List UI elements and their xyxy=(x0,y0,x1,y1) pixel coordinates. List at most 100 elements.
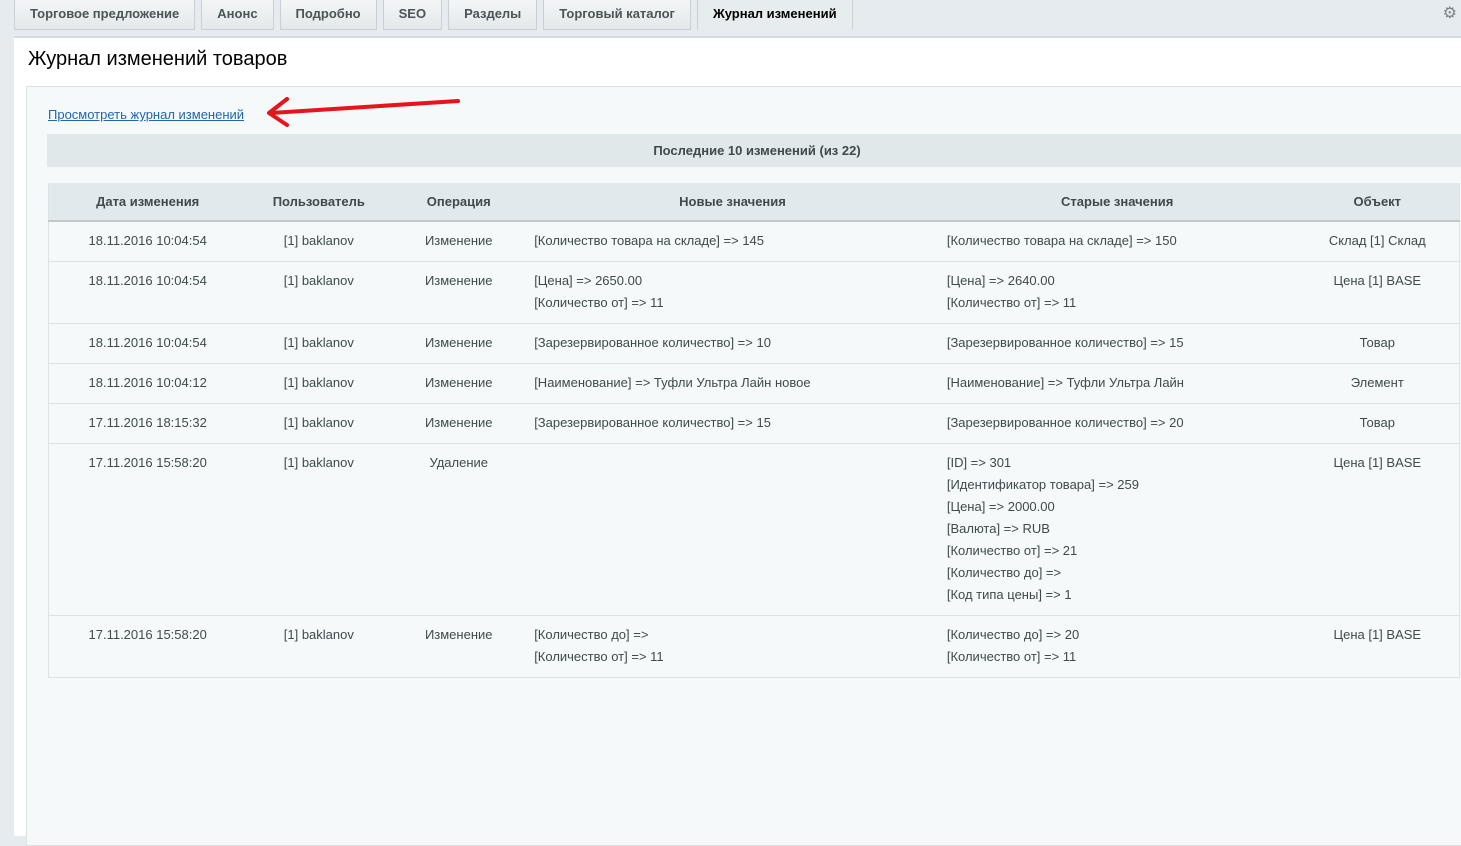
user-text: [1] baklanov xyxy=(283,335,354,350)
cell-new xyxy=(526,443,939,616)
value-line: [Код типа цены] => 1 xyxy=(946,587,1072,602)
obj-text: Склад [1] Склад xyxy=(1328,233,1426,248)
cell-old: [Наименование] => Туфли Ультра Лайн xyxy=(938,363,1296,404)
user-text: [1] baklanov xyxy=(283,233,354,248)
cell-date: 18.11.2016 10:04:54 xyxy=(48,323,247,364)
cell-old: [Зарезервированное количество] => 15 xyxy=(938,323,1296,364)
table-row: 18.11.2016 10:04:12 [1] baklanov Изменение… xyxy=(48,363,1460,404)
cell-op: Изменение xyxy=(391,615,527,678)
user-text: [1] baklanov xyxy=(283,455,354,470)
user-text: [1] baklanov xyxy=(283,415,354,430)
cell-date: 18.11.2016 10:04:54 xyxy=(48,221,247,262)
column-header[interactable]: Новые значения xyxy=(526,183,939,222)
op-text: Изменение xyxy=(424,335,493,350)
table-row: 17.11.2016 18:15:32 [1] baklanov Изменение… xyxy=(48,403,1460,444)
cell-op: Удаление xyxy=(391,443,527,616)
cell-new: [Зарезервированное количество] => 15 xyxy=(526,403,939,444)
cell-obj: Товар xyxy=(1295,403,1460,444)
cell-user: [1] baklanov xyxy=(246,261,392,324)
tab-4[interactable]: Разделы xyxy=(448,0,538,30)
user-text: [1] baklanov xyxy=(283,627,354,642)
cell-op: Изменение xyxy=(391,363,527,404)
tab-3[interactable]: SEO xyxy=(382,0,443,30)
tab-6[interactable]: Журнал изменений xyxy=(696,0,853,30)
cell-old: [Зарезервированное количество] => 20 xyxy=(938,403,1296,444)
column-header[interactable]: Операция xyxy=(391,183,527,222)
cell-obj: Элемент xyxy=(1295,363,1460,404)
changelog-table: Дата изменения Пользователь Операция Новые … xyxy=(48,183,1460,678)
date-text: 18.11.2016 10:04:54 xyxy=(88,273,207,288)
tab-1[interactable]: Анонс xyxy=(201,0,274,30)
date-text: 17.11.2016 15:58:20 xyxy=(88,455,207,470)
obj-text: Товар xyxy=(1359,335,1395,350)
obj-text: Товар xyxy=(1359,415,1395,430)
tab-bar: Торговое предложение Анонс Подробно SEO Разд… xyxy=(14,0,1461,30)
obj-text: Цена [1] BASE xyxy=(1333,273,1422,288)
changelog-section: Просмотреть журнал изменений Последние 1… xyxy=(26,86,1461,846)
user-text: [1] baklanov xyxy=(283,375,354,390)
cell-new: [Количество товара на складе] => 145 xyxy=(526,221,939,262)
op-text: Изменение xyxy=(424,375,493,390)
cell-op: Изменение xyxy=(391,403,527,444)
value-line: [Количество от] => 11 xyxy=(946,649,1077,664)
op-text: Изменение xyxy=(424,233,493,248)
obj-text: Элемент xyxy=(1350,375,1404,390)
value-line: [Количество товара на складе] => 145 xyxy=(534,233,765,248)
table-row: 18.11.2016 10:04:54 [1] baklanov Изменение… xyxy=(48,261,1460,324)
cell-old: [Цена] => 2640.00 [Количество от] => 11 xyxy=(938,261,1296,324)
cell-obj: Товар xyxy=(1295,323,1460,364)
cell-date: 17.11.2016 18:15:32 xyxy=(48,403,247,444)
cell-user: [1] baklanov xyxy=(246,363,392,404)
value-line: [Зарезервированное количество] => 20 xyxy=(946,415,1184,430)
op-text: Изменение xyxy=(424,627,493,642)
cell-op: Изменение xyxy=(391,261,527,324)
cell-user: [1] baklanov xyxy=(246,323,392,364)
cell-user: [1] baklanov xyxy=(246,615,392,678)
cell-old: [Количество до] => 20 [Количество от] => … xyxy=(938,615,1296,678)
obj-text: Цена [1] BASE xyxy=(1333,455,1422,470)
column-header[interactable]: Дата изменения xyxy=(48,183,247,222)
cell-old: [ID] => 301 [Идентификатор товара] => 259… xyxy=(938,443,1296,616)
table-row: 18.11.2016 10:04:54 [1] baklanov Изменение… xyxy=(48,323,1460,364)
table-row: 17.11.2016 15:58:20 [1] baklanov Изменение… xyxy=(48,615,1460,678)
cell-user: [1] baklanov xyxy=(246,443,392,616)
cell-new: [Цена] => 2650.00 [Количество от] => 11 xyxy=(526,261,939,324)
value-line: [Зарезервированное количество] => 15 xyxy=(946,335,1184,350)
cell-user: [1] baklanov xyxy=(246,403,392,444)
cell-new: [Количество до] => [Количество от] => 11 xyxy=(526,615,939,678)
table-row: 18.11.2016 10:04:54 [1] baklanov Изменение… xyxy=(48,221,1460,262)
date-text: 17.11.2016 18:15:32 xyxy=(88,415,207,430)
column-header[interactable]: Объект xyxy=(1295,183,1460,222)
cell-obj: Цена [1] BASE xyxy=(1295,615,1460,678)
column-header[interactable]: Пользователь xyxy=(246,183,392,222)
value-line: [Количество от] => 11 xyxy=(534,295,664,310)
cell-date: 18.11.2016 10:04:12 xyxy=(48,363,247,404)
cell-obj: Склад [1] Склад xyxy=(1295,221,1460,262)
tab-0[interactable]: Торговое предложение xyxy=(14,0,196,30)
cell-user: [1] baklanov xyxy=(246,221,392,262)
cell-op: Изменение xyxy=(391,323,527,364)
view-changelog-link[interactable]: Просмотреть журнал изменений xyxy=(48,107,244,122)
changes-caption: Последние 10 изменений (из 22) xyxy=(47,134,1461,167)
table-row: 17.11.2016 15:58:20 [1] baklanov Удаление [… xyxy=(48,443,1460,616)
date-text: 18.11.2016 10:04:12 xyxy=(88,375,207,390)
cell-date: 17.11.2016 15:58:20 xyxy=(48,615,247,678)
gear-icon[interactable]: ⚙ xyxy=(1443,3,1457,23)
cell-date: 18.11.2016 10:04:54 xyxy=(48,261,247,324)
tab-5[interactable]: Торговый каталог xyxy=(543,0,691,30)
column-header[interactable]: Старые значения xyxy=(938,183,1296,222)
value-line: [Количество от] => 11 xyxy=(946,295,1077,310)
user-text: [1] baklanov xyxy=(283,273,354,288)
value-line: [Зарезервированное количество] => 10 xyxy=(534,335,771,350)
value-line: [Наименование] => Туфли Ультра Лайн ново… xyxy=(534,375,811,390)
cell-date: 17.11.2016 15:58:20 xyxy=(48,443,247,616)
obj-text: Цена [1] BASE xyxy=(1333,627,1422,642)
table-header: Дата изменения Пользователь Операция Новые … xyxy=(48,183,1460,222)
op-text: Удаление xyxy=(429,455,488,470)
cell-old: [Количество товара на складе] => 150 xyxy=(938,221,1296,262)
content-panel: Журнал изменений товаров Просмотреть жур… xyxy=(14,36,1461,846)
op-text: Изменение xyxy=(424,273,493,288)
cell-new: [Зарезервированное количество] => 10 xyxy=(526,323,939,364)
op-text: Изменение xyxy=(424,415,493,430)
tab-2[interactable]: Подробно xyxy=(279,0,377,30)
